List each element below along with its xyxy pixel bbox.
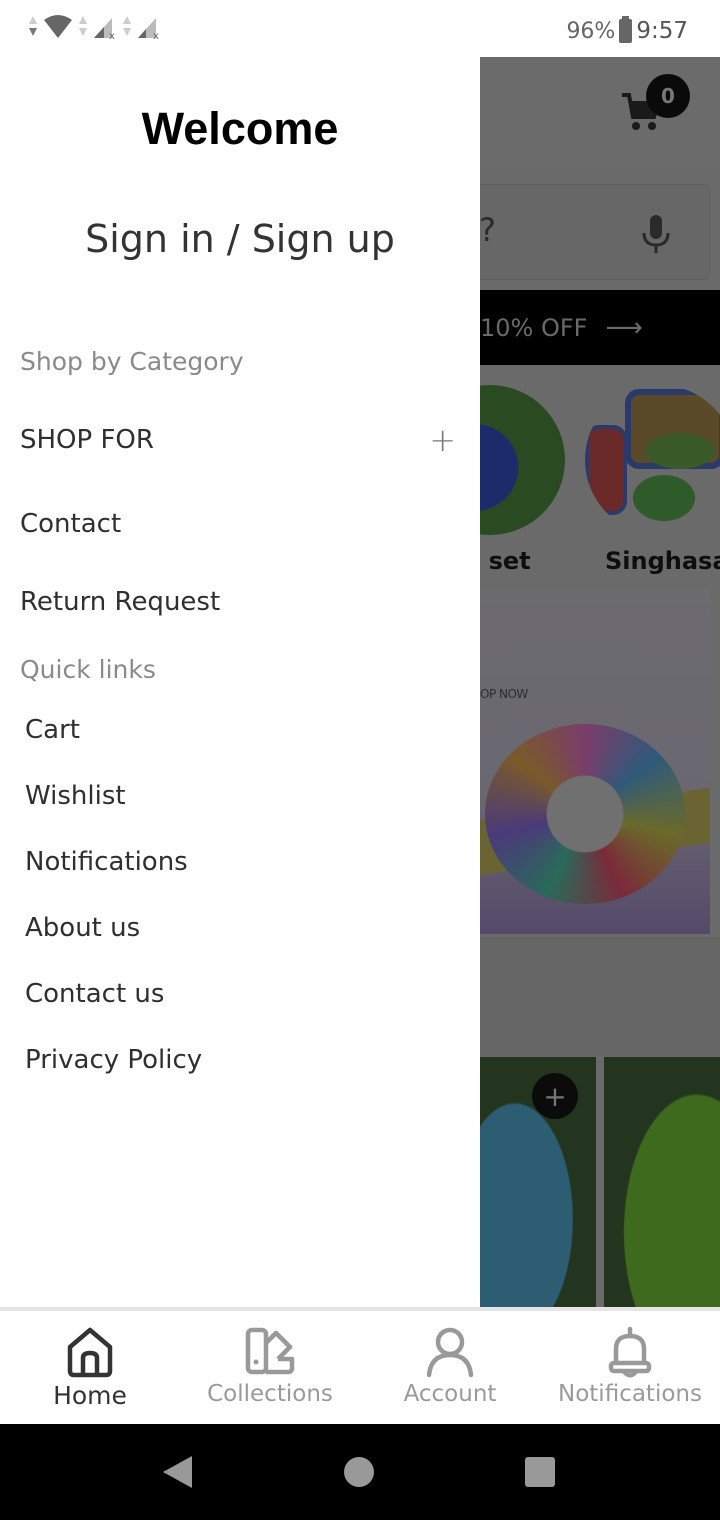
- status-bar: x x 96% 9:57: [0, 0, 720, 57]
- expand-plus-icon[interactable]: +: [429, 421, 456, 459]
- shop-by-category-heading: Shop by Category: [20, 347, 244, 376]
- clock: 9:57: [636, 18, 688, 44]
- navigation-drawer: Welcome Sign in / Sign up Shop by Catego…: [0, 57, 480, 1310]
- category-label: l set: [480, 547, 531, 575]
- quick-link-contact-us[interactable]: Contact us: [25, 979, 164, 1009]
- svg-text:x: x: [109, 31, 115, 40]
- search-bar: ?: [480, 184, 710, 280]
- menu-item-shop-for[interactable]: SHOP FOR +: [20, 421, 460, 459]
- arrow-right-icon: ⟶: [605, 312, 643, 343]
- sign-in-sign-up-link[interactable]: Sign in / Sign up: [0, 217, 480, 261]
- tab-label: Home: [53, 1381, 127, 1410]
- system-navigation-bar: [0, 1424, 720, 1520]
- category-image: [480, 385, 565, 535]
- promo-strip: 10% OFF ⟶: [480, 290, 720, 365]
- category-image: [585, 385, 720, 535]
- quick-link-wishlist[interactable]: Wishlist: [25, 781, 126, 811]
- banner-product-image: [485, 724, 685, 904]
- bell-icon: [608, 1326, 652, 1378]
- data-arrows-icon: [79, 16, 87, 36]
- promo-text: 10% OFF: [480, 313, 588, 342]
- menu-item-contact[interactable]: Contact: [20, 509, 460, 539]
- recents-icon[interactable]: [525, 1457, 555, 1487]
- home-circle-icon[interactable]: [344, 1457, 374, 1487]
- menu-item-label: SHOP FOR: [20, 425, 154, 455]
- quick-link-privacy-policy[interactable]: Privacy Policy: [25, 1045, 202, 1075]
- quick-link-about-us[interactable]: About us: [25, 913, 140, 943]
- battery-icon: [619, 16, 633, 43]
- product-card-image: [604, 1057, 720, 1307]
- cart-count-badge: 0: [646, 74, 690, 118]
- search-placeholder: ?: [480, 211, 496, 249]
- status-icons-left: x x: [28, 14, 162, 40]
- product-card-image: +: [480, 1057, 596, 1307]
- wifi-icon: [44, 15, 72, 38]
- section-spacer: [480, 937, 720, 1057]
- add-to-cart-button: +: [532, 1073, 578, 1119]
- background-app-scrim[interactable]: 0 ? 10% OFF ⟶ l set Singhasan OP NOW +: [480, 57, 720, 1307]
- drawer-welcome-title: Welcome: [141, 103, 339, 154]
- category-label: Singhasan: [605, 547, 720, 575]
- battery-percent: 96%: [566, 18, 616, 44]
- data-arrows-icon: [123, 16, 131, 36]
- tab-home[interactable]: Home: [0, 1311, 180, 1424]
- data-arrows-icon: [29, 16, 37, 36]
- banner-cta-text: OP NOW: [480, 687, 528, 701]
- bottom-navigation: Home Collections Account Notifications: [0, 1307, 720, 1424]
- quick-links-heading: Quick links: [20, 655, 156, 684]
- quick-link-notifications[interactable]: Notifications: [25, 847, 188, 877]
- signal-sim1-icon: x: [94, 18, 115, 40]
- tab-label: Account: [403, 1381, 497, 1407]
- tab-account[interactable]: Account: [360, 1311, 540, 1424]
- menu-item-return-request[interactable]: Return Request: [20, 587, 460, 617]
- signal-sim2-icon: x: [138, 18, 159, 40]
- microphone-icon: [642, 215, 670, 253]
- svg-text:x: x: [153, 31, 159, 40]
- tab-label: Collections: [207, 1381, 333, 1407]
- quick-link-cart[interactable]: Cart: [25, 715, 80, 745]
- app-header: 0: [480, 57, 720, 172]
- status-icons-right: 96% 9:57: [566, 16, 688, 44]
- home-icon: [67, 1327, 113, 1378]
- collections-icon: [245, 1327, 295, 1375]
- tab-collections[interactable]: Collections: [180, 1311, 360, 1424]
- promo-banner: OP NOW: [480, 589, 710, 934]
- tab-label: Notifications: [558, 1381, 702, 1407]
- tab-notifications[interactable]: Notifications: [540, 1311, 720, 1424]
- back-icon[interactable]: [163, 1456, 192, 1488]
- account-icon: [426, 1327, 474, 1378]
